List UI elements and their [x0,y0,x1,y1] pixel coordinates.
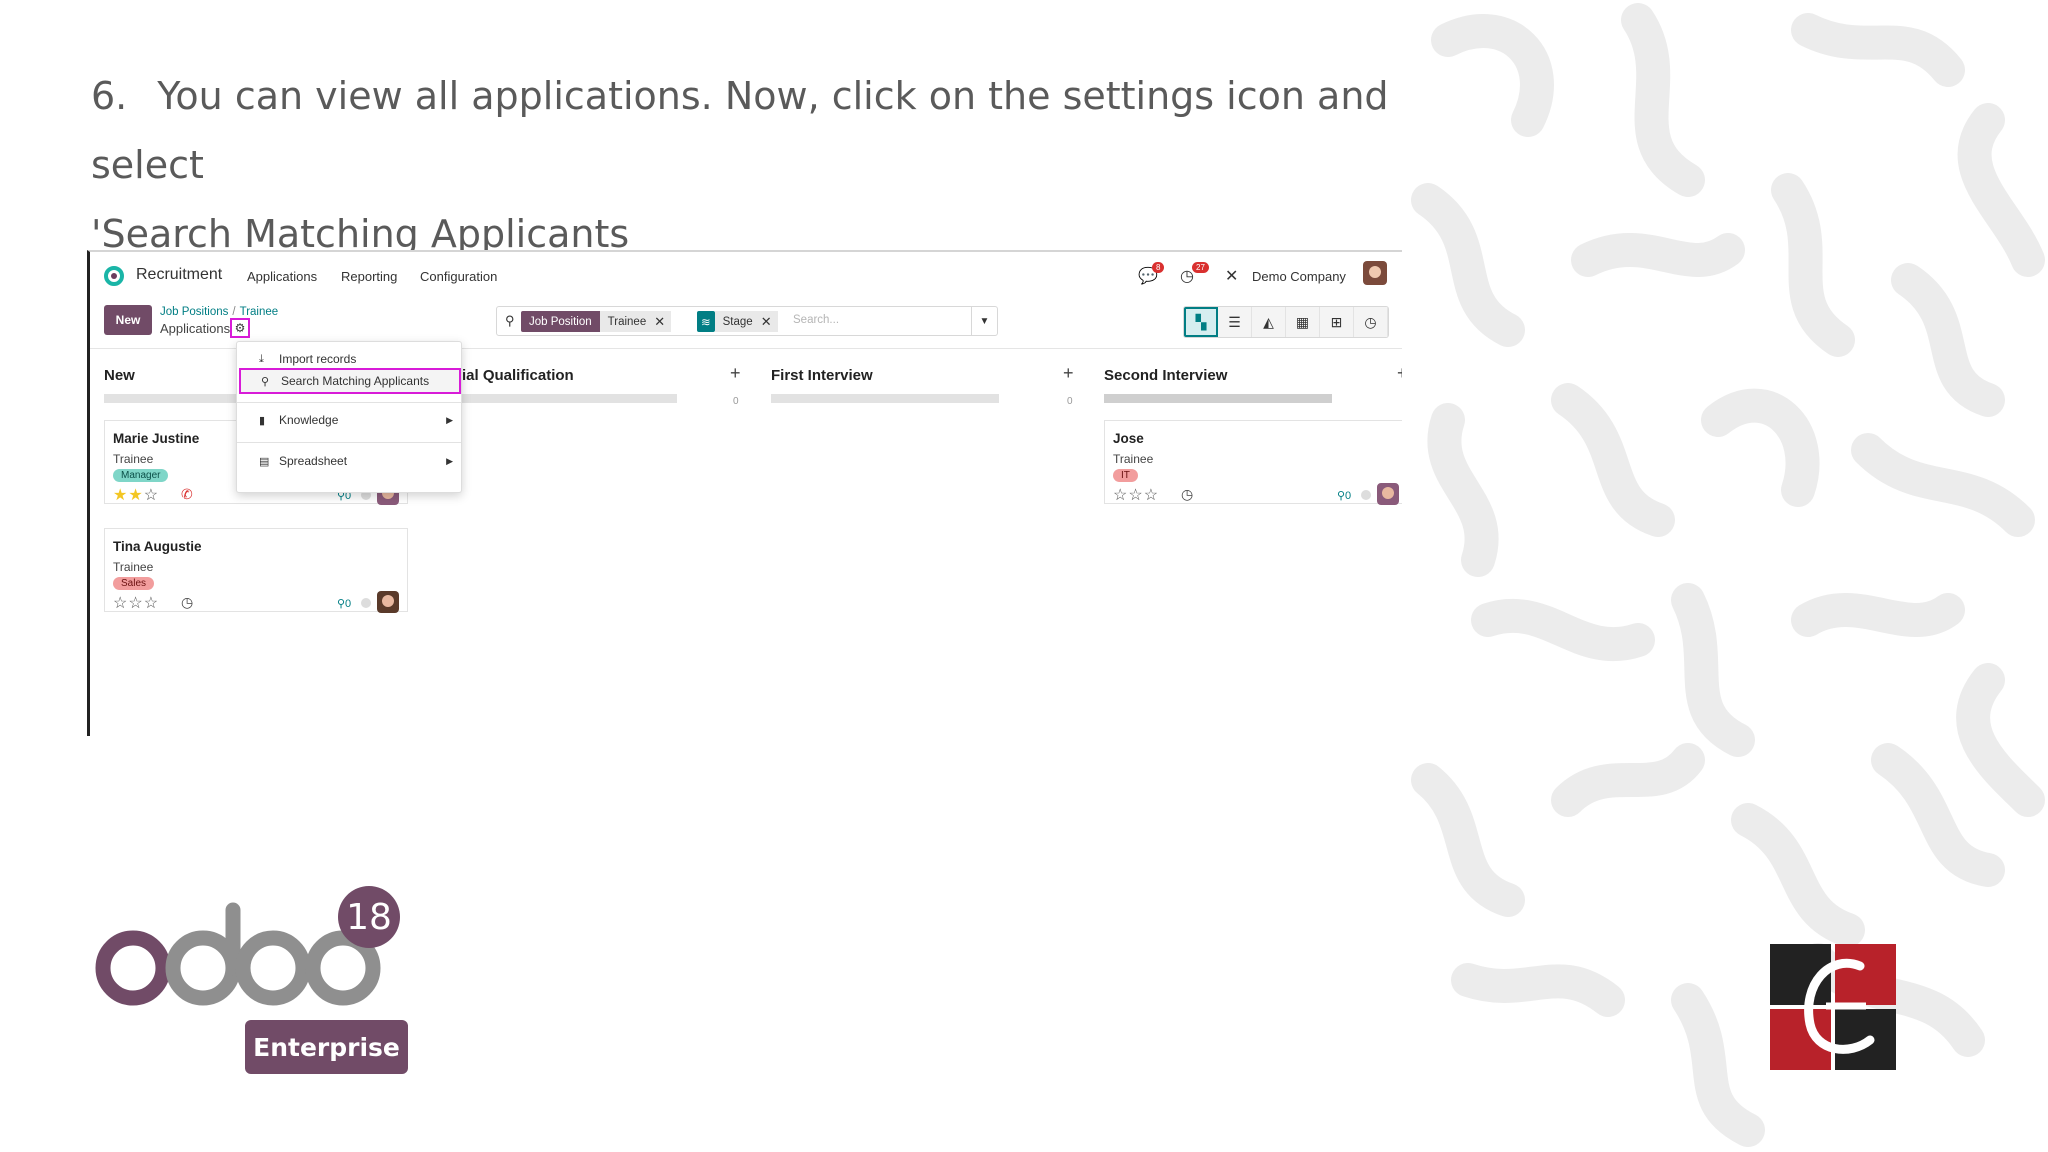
app-name[interactable]: Recruitment [136,266,222,284]
settings-dropdown-menu: ⤓ Import records ⚲ Search Matching Applica… [236,341,462,493]
facet-stage: ≋ Stage ✕ [697,311,778,332]
recruitment-app-icon[interactable] [104,266,124,286]
company-switcher[interactable]: Demo Company [1252,269,1346,284]
download-icon: ⤓ [259,352,264,365]
instruction-text: 6. You can view all applications. Now, cl… [91,62,1451,269]
menu-item-knowledge[interactable]: ▮ Knowledge ▶ [237,409,461,431]
activity-clock-icon[interactable]: ◷ [181,594,193,611]
view-switcher: ▚ ☰ ◭ ▦ ⊞ ◷ [1183,306,1389,338]
submenu-caret-icon: ▶ [446,414,453,425]
remove-facet-icon[interactable]: ✕ [760,311,778,332]
top-navbar: Recruitment Applications Reporting Confi… [90,252,1402,300]
stage-layers-icon: ≋ [697,311,715,332]
menu-item-search-matching-applicants[interactable]: ⚲ Search Matching Applicants [239,368,461,394]
messages-badge: 8 [1152,262,1165,273]
menu-configuration[interactable]: Configuration [420,269,497,284]
applicant-job: Trainee [1113,452,1154,466]
column-title-new: New [104,367,135,384]
odoo-screenshot: Recruitment Applications Reporting Confi… [87,250,1402,736]
menu-item-label: Knowledge [279,413,339,427]
facet-label: Job Position [521,311,600,332]
applicant-tag: Sales [113,577,155,590]
facet-label: Stage [714,311,761,332]
priority-stars[interactable]: ☆☆☆ [113,593,159,613]
breadcrumb-trainee[interactable]: Trainee [240,306,279,318]
debug-tools-icon[interactable]: ✕ [1225,266,1245,286]
status-dot[interactable] [1361,490,1371,500]
applicant-card[interactable]: Tina Augustie Trainee Sales ☆☆☆ ◷ ⚲0 [104,528,408,613]
graph-view-icon[interactable]: ◭ [1252,307,1286,337]
applicant-job: Trainee [113,452,154,466]
add-card-icon[interactable]: + [1397,363,1402,384]
settings-gear-icon[interactable]: ⚙ [230,318,250,338]
column-progress-bar [771,394,999,403]
menu-item-spreadsheet[interactable]: ▤ Spreadsheet ▶ [237,450,461,472]
search-input[interactable]: Search... [793,314,839,326]
menu-reporting[interactable]: Reporting [341,269,397,284]
applicant-name: Tina Augustie [113,539,202,554]
facet-value: Trainee [599,311,655,332]
submenu-caret-icon: ▶ [446,455,453,466]
column-title-initial-qualification: ial Qualification [462,367,574,384]
instruction-line-1: You can view all applications. Now, clic… [91,74,1389,187]
recruiter-avatar[interactable] [377,591,399,613]
menu-divider [237,442,461,443]
slide: 6. You can view all applications. Now, cl… [0,0,2048,1152]
activity-view-icon[interactable]: ◷ [1354,307,1388,337]
attachment-count[interactable]: ⚲0 [1337,489,1351,502]
activity-clock-icon[interactable]: ◷ [1181,486,1193,503]
menu-item-label: Import records [279,352,357,366]
status-dot[interactable] [361,598,371,608]
search-icon: ⚲ [261,375,270,388]
kanban-view-icon[interactable]: ▚ [1184,307,1218,337]
column-title-second-interview: Second Interview [1104,367,1228,384]
applicant-name: Jose [1113,431,1144,446]
menu-item-label: Spreadsheet [279,454,348,468]
user-avatar[interactable] [1363,261,1387,285]
column-progress-bar [462,394,677,403]
menu-item-import-records[interactable]: ⤓ Import records [237,348,461,370]
menu-item-label: Search Matching Applicants [281,374,430,388]
applicant-job: Trainee [113,560,154,574]
pivot-view-icon[interactable]: ⊞ [1320,307,1354,337]
menu-divider [237,402,461,403]
step-number: 6. [91,74,128,118]
column-count: 0 [733,396,739,407]
remove-facet-icon[interactable]: ✕ [654,311,672,332]
priority-stars[interactable]: ☆☆☆ [1113,485,1159,505]
menu-applications[interactable]: Applications [247,269,317,284]
column-count: 0 [1067,396,1073,407]
column-title-first-interview: First Interview [771,367,873,384]
search-bar[interactable]: ⚲ Job Position Trainee ✕ ≋ Stage ✕ Searc… [496,306,998,336]
search-panel-toggle-icon[interactable]: ▼ [971,307,997,335]
breadcrumb: Job Positions / Trainee [160,306,279,318]
applicant-card[interactable]: Jose Trainee IT ☆☆☆ ◷ ⚲0 [1104,420,1402,505]
phone-icon[interactable]: ✆ [181,486,193,503]
breadcrumb-job-positions[interactable]: Job Positions [160,306,228,318]
attachment-count[interactable]: ⚲0 [337,597,351,610]
applicant-tag: IT [1113,469,1138,482]
new-button[interactable]: New [104,305,152,335]
priority-stars[interactable]: ★★☆ [113,485,159,505]
activities-badge: 27 [1192,262,1209,273]
knowledge-book-icon: ▮ [259,414,266,427]
facet-job-position: Job Position Trainee ✕ [521,311,672,332]
add-card-icon[interactable]: + [1063,363,1074,384]
page-title: Applications [160,321,231,336]
calendar-view-icon[interactable]: ▦ [1286,307,1320,337]
list-view-icon[interactable]: ☰ [1218,307,1252,337]
applicant-tag: Manager [113,469,169,482]
spreadsheet-icon: ▤ [259,455,270,468]
enterprise-label: Enterprise [245,1020,408,1074]
company-logo [1770,944,1896,1070]
applicant-name: Marie Justine [113,431,200,446]
column-progress-bar [1104,394,1332,403]
decorative-background [1411,3,2045,1147]
recruiter-avatar[interactable] [1377,483,1399,505]
version-badge: 18 [338,886,400,948]
search-icon: ⚲ [505,313,515,328]
add-card-icon[interactable]: + [730,363,741,384]
